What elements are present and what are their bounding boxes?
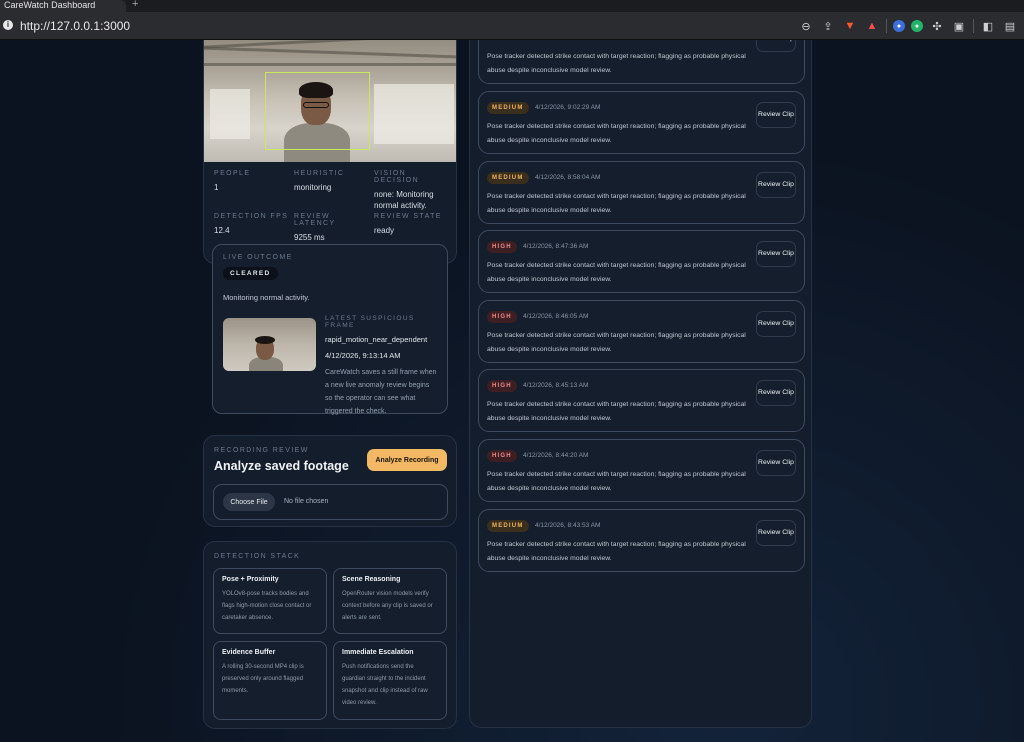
review-clip-button[interactable]: Review Clip: [756, 520, 796, 546]
camera-feed: [204, 40, 456, 162]
site-info-icon[interactable]: i: [3, 20, 13, 30]
extension-icon[interactable]: ●: [893, 20, 905, 32]
review-clip-button[interactable]: Review Clip: [756, 172, 796, 198]
wallet-icon[interactable]: ▤: [1002, 18, 1018, 34]
stack-card-evidence: Evidence Buffer A rolling 30-second MP4 …: [213, 641, 327, 720]
event-description: Pose tracker detected strike contact wit…: [487, 541, 746, 562]
toolbar-divider: [886, 19, 887, 33]
outcome-panel: LIVE OUTCOME CLEARED Monitoring normal a…: [203, 236, 457, 422]
brave-rewards-icon[interactable]: ▲: [864, 18, 880, 34]
url-field[interactable]: http://127.0.0.1:3000: [20, 19, 130, 33]
event-card: MEDIUM 4/12/2026, 8:58:04 AM Pose tracke…: [478, 161, 805, 224]
severity-badge: HIGH: [487, 311, 517, 323]
tab-bar: CareWatch Dashboard +: [0, 0, 1024, 12]
event-card: Pose tracker detected strike contact wit…: [478, 40, 805, 84]
event-time: 4/12/2026, 8:43:53 AM: [535, 522, 601, 529]
status-badge: CLEARED: [223, 267, 278, 280]
stat-heuristic: HEURISTIC monitoring: [294, 170, 345, 192]
event-time: 4/12/2026, 8:45:13 AM: [523, 382, 589, 389]
zoom-icon[interactable]: ⊖: [798, 18, 814, 34]
browser-toolbar: ⊖ ⇪ ▼ ▲ ● ● ✣ ▣ ◧ ▤: [798, 18, 1018, 34]
detection-stack-label: DETECTION STACK: [214, 553, 301, 560]
new-tab-icon[interactable]: +: [132, 0, 138, 10]
puzzle-icon[interactable]: ✣: [929, 18, 945, 34]
event-time: 4/12/2026, 8:47:36 AM: [523, 243, 589, 250]
camera-panel: PEOPLE 1 HEURISTIC monitoring VISION DEC…: [203, 40, 457, 264]
file-input[interactable]: Choose File No file chosen: [213, 484, 448, 520]
dashboard-page: PEOPLE 1 HEURISTIC monitoring VISION DEC…: [0, 40, 1024, 742]
event-card: HIGH 4/12/2026, 8:47:36 AM Pose tracker …: [478, 230, 805, 293]
browser-tab[interactable]: CareWatch Dashboard: [0, 0, 126, 12]
review-clip-button[interactable]: Review Clip: [756, 450, 796, 476]
tab-title: CareWatch Dashboard: [4, 0, 96, 10]
review-clip-button[interactable]: Review Clip: [756, 102, 796, 128]
severity-badge: HIGH: [487, 241, 517, 253]
stack-card-escalation: Immediate Escalation Push notifications …: [333, 641, 447, 720]
event-time: 4/12/2026, 8:58:04 AM: [535, 174, 601, 181]
event-card: HIGH 4/12/2026, 8:46:05 AM Pose tracker …: [478, 300, 805, 363]
event-time: 4/12/2026, 8:46:05 AM: [523, 313, 589, 320]
severity-badge: HIGH: [487, 380, 517, 392]
frame-time: 4/12/2026, 9:13:14 AM: [325, 351, 401, 360]
recording-review-panel: RECORDING REVIEW Analyze saved footage A…: [203, 435, 457, 527]
event-card: HIGH 4/12/2026, 8:45:13 AM Pose tracker …: [478, 369, 805, 432]
detection-stack-panel: DETECTION STACK Pose + Proximity YOLOv8-…: [203, 541, 457, 729]
live-outcome-label: LIVE OUTCOME: [223, 254, 293, 261]
event-card: HIGH 4/12/2026, 8:44:20 AM Pose tracker …: [478, 439, 805, 502]
severity-badge: HIGH: [487, 450, 517, 462]
review-clip-button[interactable]: Review Clip: [756, 40, 796, 52]
address-bar: i http://127.0.0.1:3000 ⊖ ⇪ ▼ ▲ ● ● ✣ ▣ …: [0, 12, 1024, 40]
event-time: 4/12/2026, 8:44:20 AM: [523, 452, 589, 459]
stat-people: PEOPLE 1: [214, 170, 251, 192]
toolbar-divider: [973, 19, 974, 33]
suspicious-frame-thumbnail[interactable]: [223, 318, 316, 371]
sidebar-icon[interactable]: ◧: [980, 18, 996, 34]
events-panel: Pose tracker detected strike contact wit…: [469, 40, 812, 728]
event-description: Pose tracker detected strike contact wit…: [487, 193, 746, 214]
brave-shield-icon[interactable]: ▼: [842, 18, 858, 34]
outcome-text: Monitoring normal activity.: [223, 293, 310, 302]
stat-vision-decision: VISION DECISION none: Monitoring normal …: [374, 170, 434, 210]
review-clip-button[interactable]: Review Clip: [756, 311, 796, 337]
event-description: Pose tracker detected strike contact wit…: [487, 332, 746, 353]
event-description: Pose tracker detected strike contact wit…: [487, 262, 746, 283]
analyze-recording-button[interactable]: Analyze Recording: [367, 449, 447, 471]
event-time: 4/12/2026, 9:02:29 AM: [535, 104, 601, 111]
share-icon[interactable]: ⇪: [820, 18, 836, 34]
event-card: MEDIUM 4/12/2026, 9:02:29 AM Pose tracke…: [478, 91, 805, 154]
recording-review-title: Analyze saved footage: [214, 459, 349, 473]
recording-review-label: RECORDING REVIEW: [214, 447, 309, 454]
event-description: Pose tracker detected strike contact wit…: [487, 123, 746, 144]
event-card: MEDIUM 4/12/2026, 8:43:53 AM Pose tracke…: [478, 509, 805, 572]
severity-badge: MEDIUM: [487, 520, 529, 532]
severity-badge: MEDIUM: [487, 172, 529, 184]
stack-card-scene: Scene Reasoning OpenRouter vision models…: [333, 568, 447, 634]
choose-file-button[interactable]: Choose File: [223, 493, 275, 511]
frame-reason: rapid_motion_near_dependent: [325, 335, 428, 344]
stack-card-pose: Pose + Proximity YOLOv8-pose tracks bodi…: [213, 568, 327, 634]
live-outcome-card: LIVE OUTCOME CLEARED Monitoring normal a…: [212, 244, 448, 415]
review-clip-button[interactable]: Review Clip: [756, 241, 796, 267]
review-clip-button[interactable]: Review Clip: [756, 380, 796, 406]
detection-box: [265, 72, 370, 150]
no-file-text: No file chosen: [284, 498, 329, 505]
event-description: Pose tracker detected strike contact wit…: [487, 471, 746, 492]
event-description: Pose tracker detected strike contact wit…: [487, 401, 746, 422]
frame-description: CareWatch saves a still frame when a new…: [325, 369, 437, 415]
screenshot-icon[interactable]: ▣: [951, 18, 967, 34]
severity-badge: MEDIUM: [487, 102, 529, 114]
event-description: Pose tracker detected strike contact wit…: [487, 53, 746, 74]
frame-label: LATEST SUSPICIOUS FRAME: [325, 315, 415, 329]
grammar-extension-icon[interactable]: ●: [911, 20, 923, 32]
